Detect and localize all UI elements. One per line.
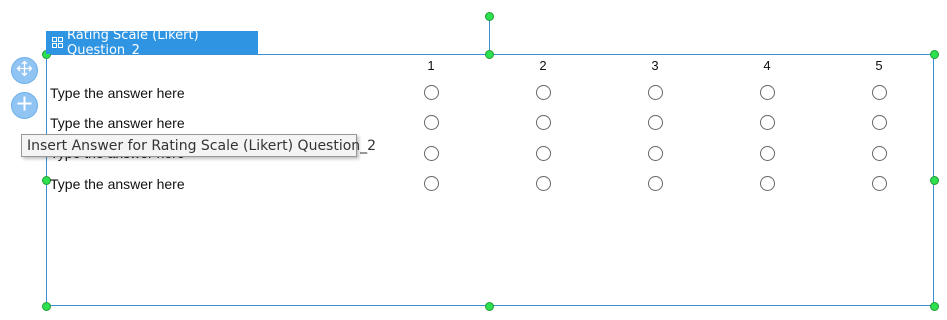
scale-header-1: 1 [427,58,435,73]
answer-label-1[interactable]: Type the answer here [50,85,185,101]
radio-r2-c5[interactable] [872,115,887,130]
question-title: Rating Scale (Likert) Question_2 [67,27,199,58]
scale-header-2: 2 [539,58,547,73]
radio-r3-c2[interactable] [536,146,551,161]
resize-handle-bottom[interactable] [485,302,494,311]
scale-header-5: 5 [875,58,883,73]
radio-r1-c5[interactable] [872,85,887,100]
resize-handle-top[interactable] [485,50,494,59]
move-icon [16,60,33,82]
resize-handle-bottom-left[interactable] [42,302,51,311]
radio-r4-c2[interactable] [536,176,551,191]
radio-r4-c1[interactable] [424,176,439,191]
resize-handle-top-right[interactable] [930,50,939,59]
resize-handle-right[interactable] [930,176,939,185]
radio-r2-c3[interactable] [648,115,663,130]
tooltip-text: Insert Answer for Rating Scale (Likert) … [27,137,377,154]
radio-r4-c4[interactable] [760,176,775,191]
answer-label-2[interactable]: Type the answer here [50,115,185,131]
question-title-tab[interactable]: Rating Scale (Likert) Question_2 [46,28,258,58]
radio-r2-c2[interactable] [536,115,551,130]
resize-handle-bottom-right[interactable] [930,302,939,311]
grid-icon [52,37,63,48]
radio-r2-c1[interactable] [424,115,439,130]
rotate-handle[interactable] [485,12,494,21]
insert-answer-tooltip: Insert Answer for Rating Scale (Likert) … [21,134,376,157]
radio-r4-c5[interactable] [872,176,887,191]
answer-label-4[interactable]: Type the answer here [50,176,185,192]
radio-r1-c2[interactable] [536,85,551,100]
plus-icon [16,95,33,117]
move-button[interactable] [11,57,38,84]
scale-header-4: 4 [763,58,771,73]
radio-r3-c5[interactable] [872,146,887,161]
radio-r3-c4[interactable] [760,146,775,161]
radio-r1-c1[interactable] [424,85,439,100]
radio-r1-c3[interactable] [648,85,663,100]
radio-r3-c3[interactable] [648,146,663,161]
radio-r2-c4[interactable] [760,115,775,130]
rotation-connector [489,16,490,54]
scale-header-3: 3 [651,58,659,73]
radio-r3-c1[interactable] [424,146,439,161]
radio-r4-c3[interactable] [648,176,663,191]
radio-r1-c4[interactable] [760,85,775,100]
add-answer-button[interactable] [11,92,38,119]
